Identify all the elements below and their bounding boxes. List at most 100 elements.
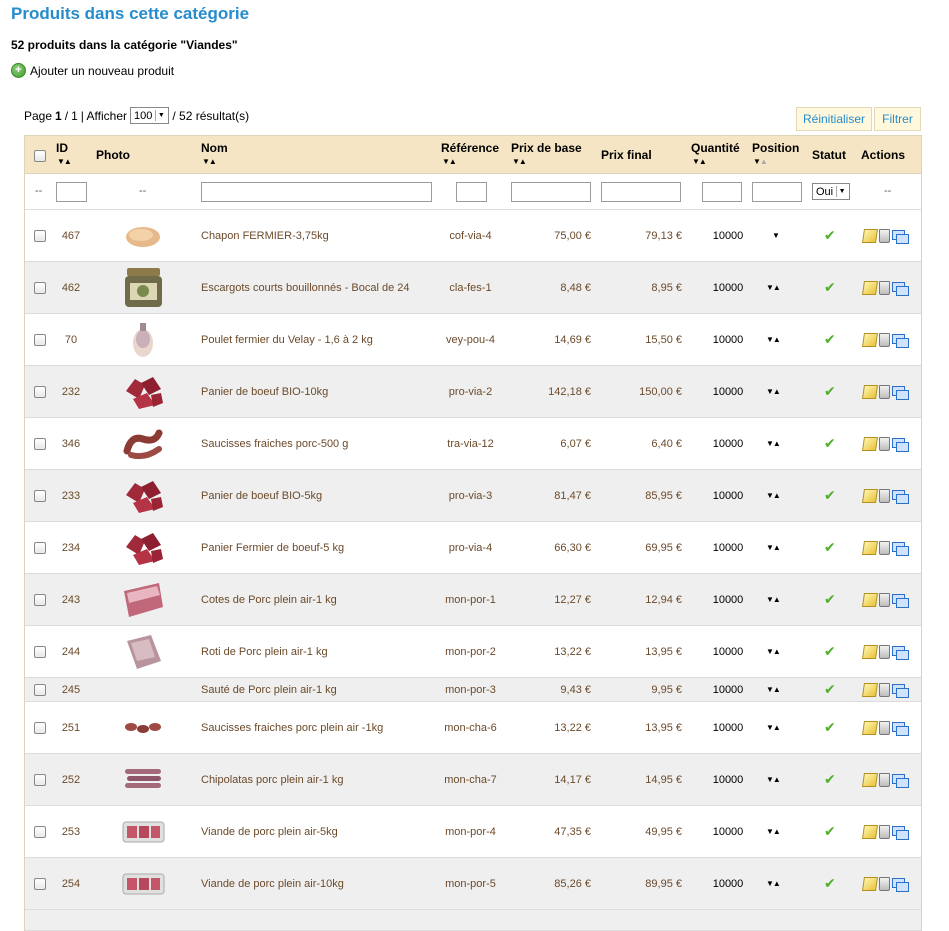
edit-icon[interactable] <box>862 683 878 697</box>
delete-icon[interactable] <box>879 541 890 555</box>
delete-icon[interactable] <box>879 645 890 659</box>
status-ok-icon[interactable]: ✔ <box>824 487 836 504</box>
edit-icon[interactable] <box>862 229 878 243</box>
status-ok-icon[interactable]: ✔ <box>824 435 836 452</box>
status-ok-icon[interactable]: ✔ <box>824 279 836 296</box>
edit-icon[interactable] <box>862 281 878 295</box>
delete-icon[interactable] <box>879 385 890 399</box>
duplicate-icon[interactable] <box>892 541 909 556</box>
table-row[interactable] <box>25 910 921 931</box>
delete-icon[interactable] <box>879 721 890 735</box>
row-checkbox[interactable] <box>34 774 46 786</box>
edit-icon[interactable] <box>862 489 878 503</box>
delete-icon[interactable] <box>879 877 890 891</box>
status-ok-icon[interactable]: ✔ <box>824 681 836 698</box>
filter-position-input[interactable] <box>752 182 802 202</box>
delete-icon[interactable] <box>879 773 890 787</box>
cell-name[interactable]: Roti de Porc plein air-1 kg <box>201 646 328 658</box>
sort-position-icon[interactable]: ▼▲ <box>753 157 768 166</box>
per-page-select[interactable]: 100 ▼ <box>130 107 170 124</box>
edit-icon[interactable] <box>862 877 878 891</box>
duplicate-icon[interactable] <box>892 593 909 608</box>
select-all-checkbox[interactable] <box>34 150 46 162</box>
status-ok-icon[interactable]: ✔ <box>824 771 836 788</box>
table-row[interactable]: 253 Viande de porc plein air-5kg mon-por-4… <box>25 806 921 858</box>
reset-button[interactable]: Réinitialiser <box>796 107 872 131</box>
table-row[interactable]: 252 Chipolatas porc plein air-1 kg mon-cha… <box>25 754 921 806</box>
status-ok-icon[interactable]: ✔ <box>824 331 836 348</box>
delete-icon[interactable] <box>879 593 890 607</box>
row-checkbox[interactable] <box>34 490 46 502</box>
table-row[interactable]: 245 Sauté de Porc plein air-1 kg mon-por-3… <box>25 678 921 702</box>
filter-status-select[interactable]: Oui ▼ <box>812 183 851 200</box>
duplicate-icon[interactable] <box>892 683 909 698</box>
position-arrows-icon[interactable]: ▼▲ <box>766 723 781 732</box>
cell-name[interactable]: Panier de boeuf BIO-5kg <box>201 490 322 502</box>
position-arrows-icon[interactable]: ▼▲ <box>766 543 781 552</box>
duplicate-icon[interactable] <box>892 825 909 840</box>
table-row[interactable]: 462 Escargots courts bouillonnés - Bocal … <box>25 262 921 314</box>
position-arrows-icon[interactable]: ▼▲ <box>766 335 781 344</box>
filter-base-price-input[interactable] <box>511 182 591 202</box>
duplicate-icon[interactable] <box>892 489 909 504</box>
table-row[interactable]: 70 Poulet fermier du Velay - 1,6 à 2 kg ve… <box>25 314 921 366</box>
col-position[interactable]: Position <box>752 141 799 155</box>
row-checkbox[interactable] <box>34 438 46 450</box>
duplicate-icon[interactable] <box>892 645 909 660</box>
filter-button[interactable]: Filtrer <box>874 107 921 131</box>
filter-quantity-input[interactable] <box>702 182 742 202</box>
row-checkbox[interactable] <box>34 878 46 890</box>
cell-name[interactable]: Panier Fermier de boeuf-5 kg <box>201 542 344 554</box>
row-checkbox[interactable] <box>34 334 46 346</box>
cell-name[interactable]: Escargots courts bouillonnés - Bocal de … <box>201 282 410 294</box>
table-row[interactable]: 467 Chapon FERMIER-3,75kg cof-via-4 75,00 €… <box>25 210 921 262</box>
row-checkbox[interactable] <box>34 542 46 554</box>
sort-quantity-icon[interactable]: ▼▲ <box>692 157 707 166</box>
filter-id-input[interactable] <box>56 182 87 202</box>
cell-name[interactable]: Poulet fermier du Velay - 1,6 à 2 kg <box>201 334 373 346</box>
edit-icon[interactable] <box>862 437 878 451</box>
table-row[interactable]: 254 Viande de porc plein air-10kg mon-por-… <box>25 858 921 910</box>
edit-icon[interactable] <box>862 541 878 555</box>
position-arrows-icon[interactable]: ▼▲ <box>766 879 781 888</box>
position-arrows-icon[interactable]: ▼▲ <box>766 439 781 448</box>
table-row[interactable]: 244 Roti de Porc plein air-1 kg mon-por-2 1… <box>25 626 921 678</box>
duplicate-icon[interactable] <box>892 333 909 348</box>
edit-icon[interactable] <box>862 333 878 347</box>
duplicate-icon[interactable] <box>892 773 909 788</box>
row-checkbox[interactable] <box>34 826 46 838</box>
filter-name-input[interactable] <box>201 182 432 202</box>
row-checkbox[interactable] <box>34 386 46 398</box>
sort-id-icon[interactable]: ▼▲ <box>57 157 72 166</box>
delete-icon[interactable] <box>879 333 890 347</box>
status-ok-icon[interactable]: ✔ <box>824 539 836 556</box>
sort-base-price-icon[interactable]: ▼▲ <box>512 157 527 166</box>
position-arrows-icon[interactable]: ▼▲ <box>766 827 781 836</box>
table-row[interactable]: 346 Saucisses fraiches porc-500 g tra-via-… <box>25 418 921 470</box>
edit-icon[interactable] <box>862 645 878 659</box>
position-arrows-icon[interactable]: ▼▲ <box>766 647 781 656</box>
table-row[interactable]: 233 Panier de boeuf BIO-5kg pro-via-3 81,47… <box>25 470 921 522</box>
filter-final-price-input[interactable] <box>601 182 681 202</box>
duplicate-icon[interactable] <box>892 229 909 244</box>
edit-icon[interactable] <box>862 825 878 839</box>
duplicate-icon[interactable] <box>892 437 909 452</box>
delete-icon[interactable] <box>879 229 890 243</box>
duplicate-icon[interactable] <box>892 877 909 892</box>
filter-reference-input[interactable] <box>456 182 487 202</box>
row-checkbox[interactable] <box>34 722 46 734</box>
col-name[interactable]: Nom <box>201 141 228 155</box>
cell-name[interactable]: Sauté de Porc plein air-1 kg <box>201 684 337 696</box>
status-ok-icon[interactable]: ✔ <box>824 227 836 244</box>
edit-icon[interactable] <box>862 593 878 607</box>
delete-icon[interactable] <box>879 825 890 839</box>
table-row[interactable]: 234 Panier Fermier de boeuf-5 kg pro-via-4… <box>25 522 921 574</box>
status-ok-icon[interactable]: ✔ <box>824 643 836 660</box>
cell-name[interactable]: Saucisses fraiches porc-500 g <box>201 438 348 450</box>
status-ok-icon[interactable]: ✔ <box>824 383 836 400</box>
col-quantity[interactable]: Quantité <box>691 141 740 155</box>
position-arrows-icon[interactable]: ▼▲ <box>766 595 781 604</box>
table-row[interactable]: 243 Cotes de Porc plein air-1 kg mon-por-1… <box>25 574 921 626</box>
cell-name[interactable]: Viande de porc plein air-10kg <box>201 878 344 890</box>
col-id[interactable]: ID <box>56 141 68 155</box>
